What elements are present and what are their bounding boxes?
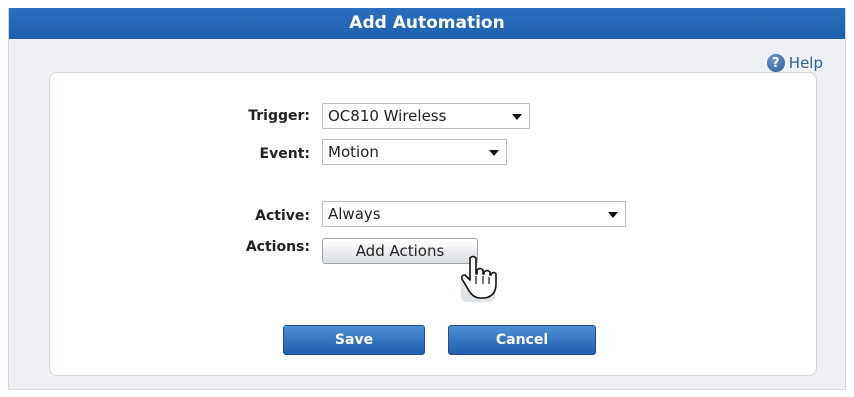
save-button[interactable]: Save [283, 325, 425, 355]
help-link[interactable]: ? Help [766, 54, 823, 72]
trigger-label: Trigger: [248, 108, 310, 124]
chevron-down-icon [512, 114, 522, 120]
form-panel: Trigger: OC810 Wireless Event: Motion Ac… [49, 72, 817, 376]
question-circle-icon: ? [766, 54, 785, 72]
event-label: Event: [259, 146, 310, 162]
active-select[interactable]: Always [322, 201, 626, 227]
help-label: Help [788, 54, 823, 72]
chevron-down-icon [608, 212, 618, 218]
event-select-value: Motion [328, 143, 379, 161]
trigger-select-value: OC810 Wireless [328, 107, 447, 125]
active-select-value: Always [328, 205, 381, 223]
actions-label: Actions: [245, 239, 310, 255]
hand-cursor-icon [461, 255, 497, 302]
chevron-down-icon [489, 150, 499, 156]
dialog-title: Add Automation [9, 8, 845, 39]
event-select[interactable]: Motion [322, 139, 507, 165]
add-actions-button[interactable]: Add Actions [322, 238, 478, 264]
active-label: Active: [255, 208, 310, 224]
cancel-button[interactable]: Cancel [448, 325, 596, 355]
add-automation-dialog: Add Automation ? Help Trigger: OC810 Wir… [8, 8, 846, 390]
trigger-select[interactable]: OC810 Wireless [322, 103, 530, 129]
